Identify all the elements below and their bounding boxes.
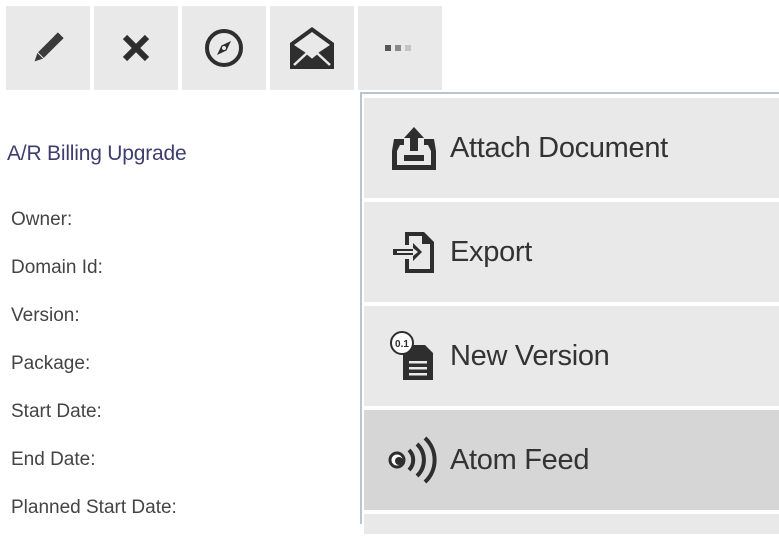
feed-icon <box>386 432 442 488</box>
menu-item-label: New Version <box>450 339 610 372</box>
menu-item-label: Atom Feed <box>450 443 590 476</box>
more-dots-icon <box>385 44 415 52</box>
navigate-button[interactable] <box>182 6 266 90</box>
field-end-date-label: End Date: <box>11 449 96 470</box>
field-planned-start-date-label: Planned Start Date: <box>11 497 177 518</box>
new-version-icon: 0.1 <box>386 328 442 384</box>
menu-item-label: Attach Document <box>450 131 668 164</box>
email-button[interactable] <box>270 6 354 90</box>
more-button[interactable] <box>358 6 442 90</box>
svg-text:0.1: 0.1 <box>395 339 409 350</box>
menu-item-export[interactable]: Export <box>364 202 779 302</box>
menu-item-attach-document[interactable]: Attach Document <box>364 98 779 198</box>
pencil-icon <box>28 28 68 68</box>
envelope-icon <box>287 23 337 73</box>
field-package-label: Package: <box>11 353 91 374</box>
upload-tray-icon <box>386 120 442 176</box>
field-version-label: Version: <box>11 305 80 326</box>
compass-icon <box>202 26 246 70</box>
record-fields: Owner: Domain Id: Version: Package: Star… <box>11 205 177 541</box>
more-actions-menu: Attach Document Export 0.1 New Version A… <box>360 92 779 534</box>
record-title: A/R Billing Upgrade <box>7 142 187 165</box>
edit-button[interactable] <box>6 6 90 90</box>
menu-item-atom-feed[interactable]: Atom Feed <box>364 410 779 510</box>
field-owner-label: Owner: <box>11 209 73 230</box>
menu-item-new-version[interactable]: 0.1 New Version <box>364 306 779 406</box>
delete-button[interactable] <box>94 6 178 90</box>
field-domain-id-label: Domain Id: <box>11 257 103 278</box>
menu-item-partial[interactable] <box>364 514 779 534</box>
close-icon <box>119 31 153 65</box>
menu-item-label: Export <box>450 235 533 268</box>
export-icon <box>386 224 442 280</box>
field-start-date-label: Start Date: <box>11 401 102 422</box>
